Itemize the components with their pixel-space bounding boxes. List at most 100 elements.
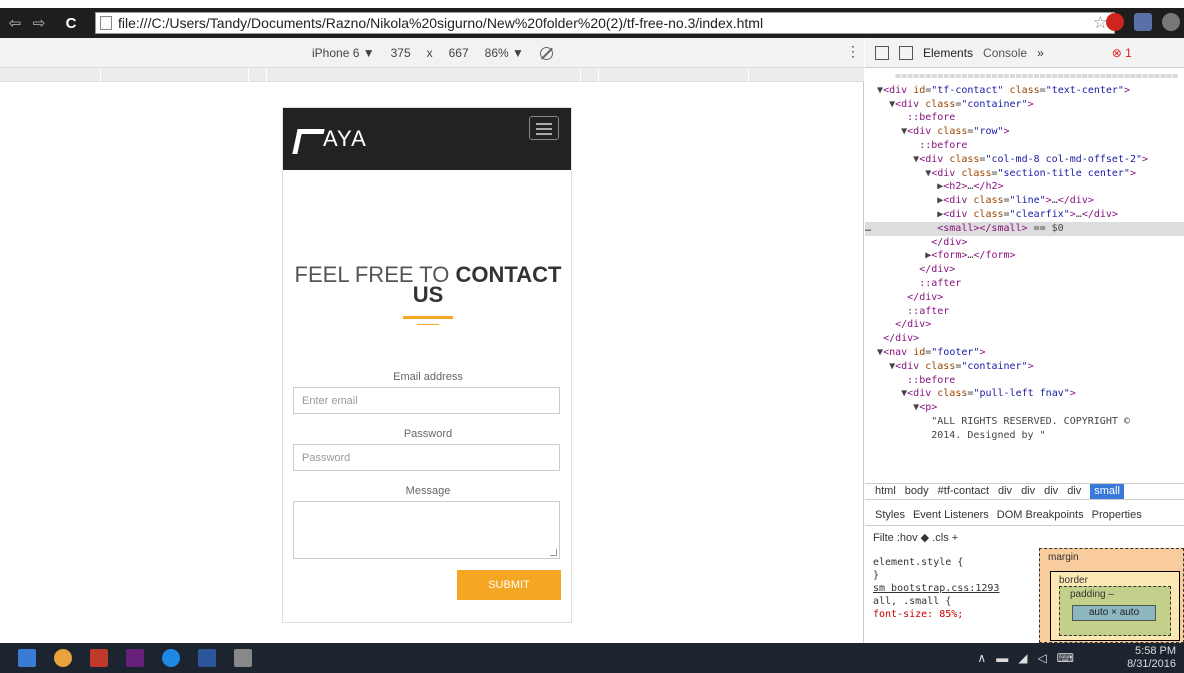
email-field[interactable]: Enter email [293, 387, 560, 414]
tab-styles[interactable]: Styles [875, 506, 905, 525]
box-padding: padding – auto × auto [1059, 586, 1171, 636]
dom-node[interactable]: ▼<div id="tf-contact" class="text-center… [865, 84, 1184, 98]
chrome-icon[interactable] [54, 649, 72, 667]
dom-node[interactable]: ▼<div class="pull-left fnav"> [865, 387, 1184, 401]
dom-node[interactable]: ▼<div class="container"> [865, 98, 1184, 112]
styles-tabs: Styles Event Listeners DOM Breakpoints P… [865, 506, 1184, 526]
crumb-div[interactable]: div [1021, 484, 1035, 499]
keyboard-icon[interactable]: ⌨ [1057, 651, 1074, 665]
wifi-icon[interactable]: ◢ [1018, 651, 1027, 665]
tab-properties[interactable]: Properties [1092, 506, 1142, 525]
media-query-ruler [0, 68, 864, 82]
crumb-div[interactable]: div [998, 484, 1012, 499]
top-strip [0, 0, 1184, 8]
crumb-div[interactable]: div [1044, 484, 1058, 499]
tab-more[interactable]: » [1037, 46, 1044, 60]
clock[interactable]: 5:58 PM 8/31/2016 [1127, 645, 1176, 671]
clock-date: 8/31/2016 [1127, 658, 1176, 670]
paint-icon[interactable] [234, 649, 252, 667]
dom-node[interactable]: ▶<h2>…</h2> [865, 180, 1184, 194]
rule-source-link[interactable]: sm bootstrap.css:1293 [873, 582, 1013, 595]
windows-taskbar: ∧ ▬ ◢ ◁ ⌨ 5:58 PM 8/31/2016 [0, 643, 1184, 673]
extension-shield-icon[interactable] [1106, 13, 1124, 31]
dom-node[interactable]: ▶<div class="clearfix">…</div> [865, 208, 1184, 222]
box-model: margin border padding – auto × auto [1039, 548, 1184, 643]
dom-node[interactable]: ▶<div class="line">…</div> [865, 194, 1184, 208]
message-textarea[interactable] [293, 501, 560, 559]
box-margin-label: margin [1048, 552, 1079, 563]
dom-node-selected[interactable]: … <small></small> == $0 [865, 221, 1184, 236]
dom-node[interactable]: ▼<p> [865, 401, 1184, 415]
tab-elements[interactable]: Elements [923, 46, 973, 60]
rule-line: } [873, 570, 880, 581]
password-label: Password [403, 428, 453, 440]
device-mode-icon[interactable] [899, 45, 913, 60]
breadcrumb: html body #tf-contact div div div div sm… [865, 483, 1184, 500]
logo-text: AYA [323, 126, 367, 151]
device-width[interactable]: 375 [391, 46, 411, 60]
box-border-label: border [1059, 575, 1088, 586]
zoom-select[interactable]: 86% ▼ [485, 46, 524, 60]
password-field[interactable]: Password [293, 444, 560, 471]
box-padding-label: padding – [1070, 589, 1114, 600]
file-explorer-icon[interactable] [18, 649, 36, 667]
box-content: auto × auto [1072, 605, 1156, 621]
device-select[interactable]: iPhone 6 ▼ [312, 46, 375, 60]
inspect-icon[interactable] [875, 45, 889, 60]
extension-gear-icon[interactable] [1162, 13, 1180, 31]
volume-icon[interactable]: ◁ [1037, 651, 1046, 665]
rule-line: element.style { [873, 557, 964, 568]
acrobat-icon[interactable] [90, 649, 108, 667]
rule-line: font-size: 85%; [873, 609, 964, 620]
styles-filter[interactable]: Filte :hov ◆ .cls + [873, 531, 958, 544]
visual-studio-icon[interactable] [126, 649, 144, 667]
more-options-icon[interactable]: ⋮ [846, 43, 860, 60]
dom-node[interactable]: ▼<div class="col-md-8 col-md-offset-2"> [865, 153, 1184, 167]
heading-bold-2: US [412, 282, 444, 307]
forward-arrow-icon[interactable]: ⇨ [30, 14, 48, 32]
dom-node[interactable]: ▶<form>…</form> [865, 249, 1184, 263]
menu-toggle-button[interactable] [529, 116, 559, 140]
crumb-html[interactable]: html [875, 484, 896, 499]
devtools-tabs: Elements Console » ⊗ 1 [865, 38, 1184, 68]
page-icon [100, 16, 112, 30]
chevron-up-icon[interactable]: ∧ [977, 651, 986, 665]
rotate-icon[interactable] [539, 46, 553, 60]
site-logo[interactable]: AYA [293, 126, 367, 152]
tab-dom-breakpoints[interactable]: DOM Breakpoints [997, 506, 1084, 525]
address-bar[interactable]: file:///C:/Users/Tandy/Documents/Razno/N… [95, 12, 1115, 34]
devtools-panel: Elements Console » ⊗ 1 =================… [865, 38, 1184, 643]
dom-node[interactable]: ▼<div class="row"> [865, 125, 1184, 139]
crumb-body[interactable]: body [905, 484, 929, 499]
dom-node[interactable]: ▼<div class="section-title center"> [865, 167, 1184, 181]
system-tray: ∧ ▬ ◢ ◁ ⌨ [977, 651, 1074, 665]
contact-heading: FEEL FREE TO CONTACT US [283, 264, 571, 307]
dom-tree: ========================================… [865, 70, 1184, 484]
word-icon[interactable] [198, 649, 216, 667]
crumb-small[interactable]: small [1090, 484, 1124, 499]
title-underline-thin [417, 324, 439, 325]
tab-console[interactable]: Console [983, 46, 1027, 60]
email-label: Email address [393, 371, 463, 383]
css-rules: element.style { } sm bootstrap.css:1293 … [873, 556, 1013, 621]
error-count-badge[interactable]: ⊗ 1 [1112, 46, 1132, 60]
dom-node[interactable]: ▼<nav id="footer"> [865, 346, 1184, 360]
crumb-tf-contact[interactable]: #tf-contact [938, 484, 989, 499]
tab-event-listeners[interactable]: Event Listeners [913, 506, 989, 525]
rule-line: all, .small { [873, 596, 952, 607]
battery-icon[interactable]: ▬ [996, 651, 1008, 665]
clock-time: 5:58 PM [1135, 645, 1176, 657]
logo-mark-icon [293, 126, 319, 152]
box-border: border padding – auto × auto [1050, 571, 1180, 641]
submit-button[interactable]: SUBMIT [457, 570, 561, 600]
back-arrow-icon[interactable]: ⇦ [6, 14, 24, 32]
reload-icon[interactable]: C [62, 15, 80, 32]
device-height[interactable]: 667 [449, 46, 469, 60]
edge-icon[interactable] [162, 649, 180, 667]
dom-node[interactable]: ▼<div class="container"> [865, 360, 1184, 374]
device-toolbar: iPhone 6 ▼ 375 x 667 86% ▼ ⋮ [0, 38, 864, 68]
phone-frame: AYA FEEL FREE TO CONTACT US Email addres… [282, 107, 572, 623]
extension-acrobat-icon[interactable] [1134, 13, 1152, 31]
title-underline [403, 316, 453, 319]
crumb-div[interactable]: div [1067, 484, 1081, 499]
